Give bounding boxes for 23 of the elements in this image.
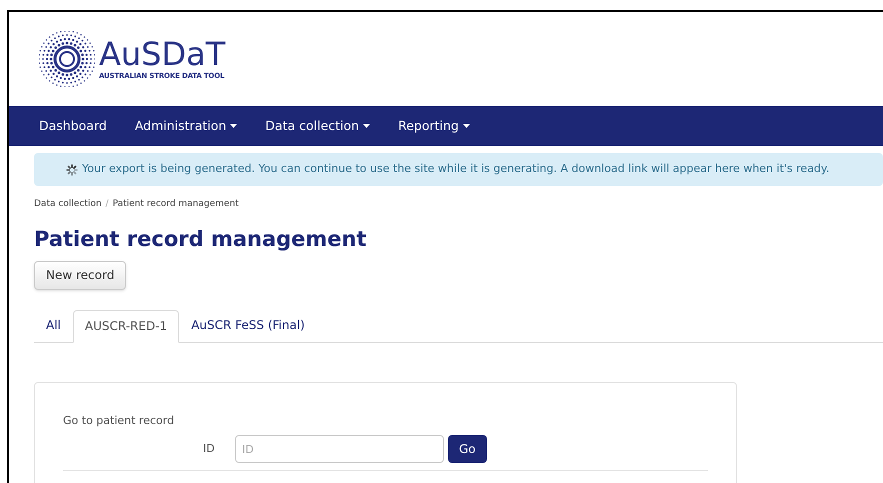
nav-link[interactable]: Reporting [398, 116, 470, 136]
tab[interactable]: AuSCR FeSS (Final) [179, 308, 317, 342]
logo-icon [39, 31, 95, 87]
page-title: Patient record management [34, 226, 368, 252]
go-button[interactable]: Go [448, 435, 487, 463]
nav-link[interactable]: Dashboard [39, 116, 107, 136]
breadcrumb-separator: / [106, 198, 109, 211]
goto-heading: Go to patient record [63, 412, 176, 428]
caret-icon [363, 124, 370, 128]
new-record-button[interactable]: New record [34, 260, 126, 290]
alert-message: Your export is being generated. You can continue to use the site while it is generating. A download link will appear here when it's ready. [82, 161, 830, 178]
caret-icon [230, 124, 238, 128]
nav-link[interactable]: Administration [134, 116, 238, 136]
tab[interactable]: All [34, 308, 73, 342]
logo-name: AuSDaT [99, 36, 226, 71]
breadcrumb-item[interactable]: Data collection [34, 198, 102, 212]
id-input[interactable]: ID [235, 435, 444, 463]
breadcrumb-item: Patient record management [112, 198, 239, 211]
tab[interactable]: AUSCR-RED-1 [72, 310, 180, 342]
id-label: ID [203, 440, 216, 457]
caret-icon [462, 124, 470, 128]
nav-link[interactable]: Data collection [265, 116, 370, 136]
spinner-icon [66, 164, 78, 176]
